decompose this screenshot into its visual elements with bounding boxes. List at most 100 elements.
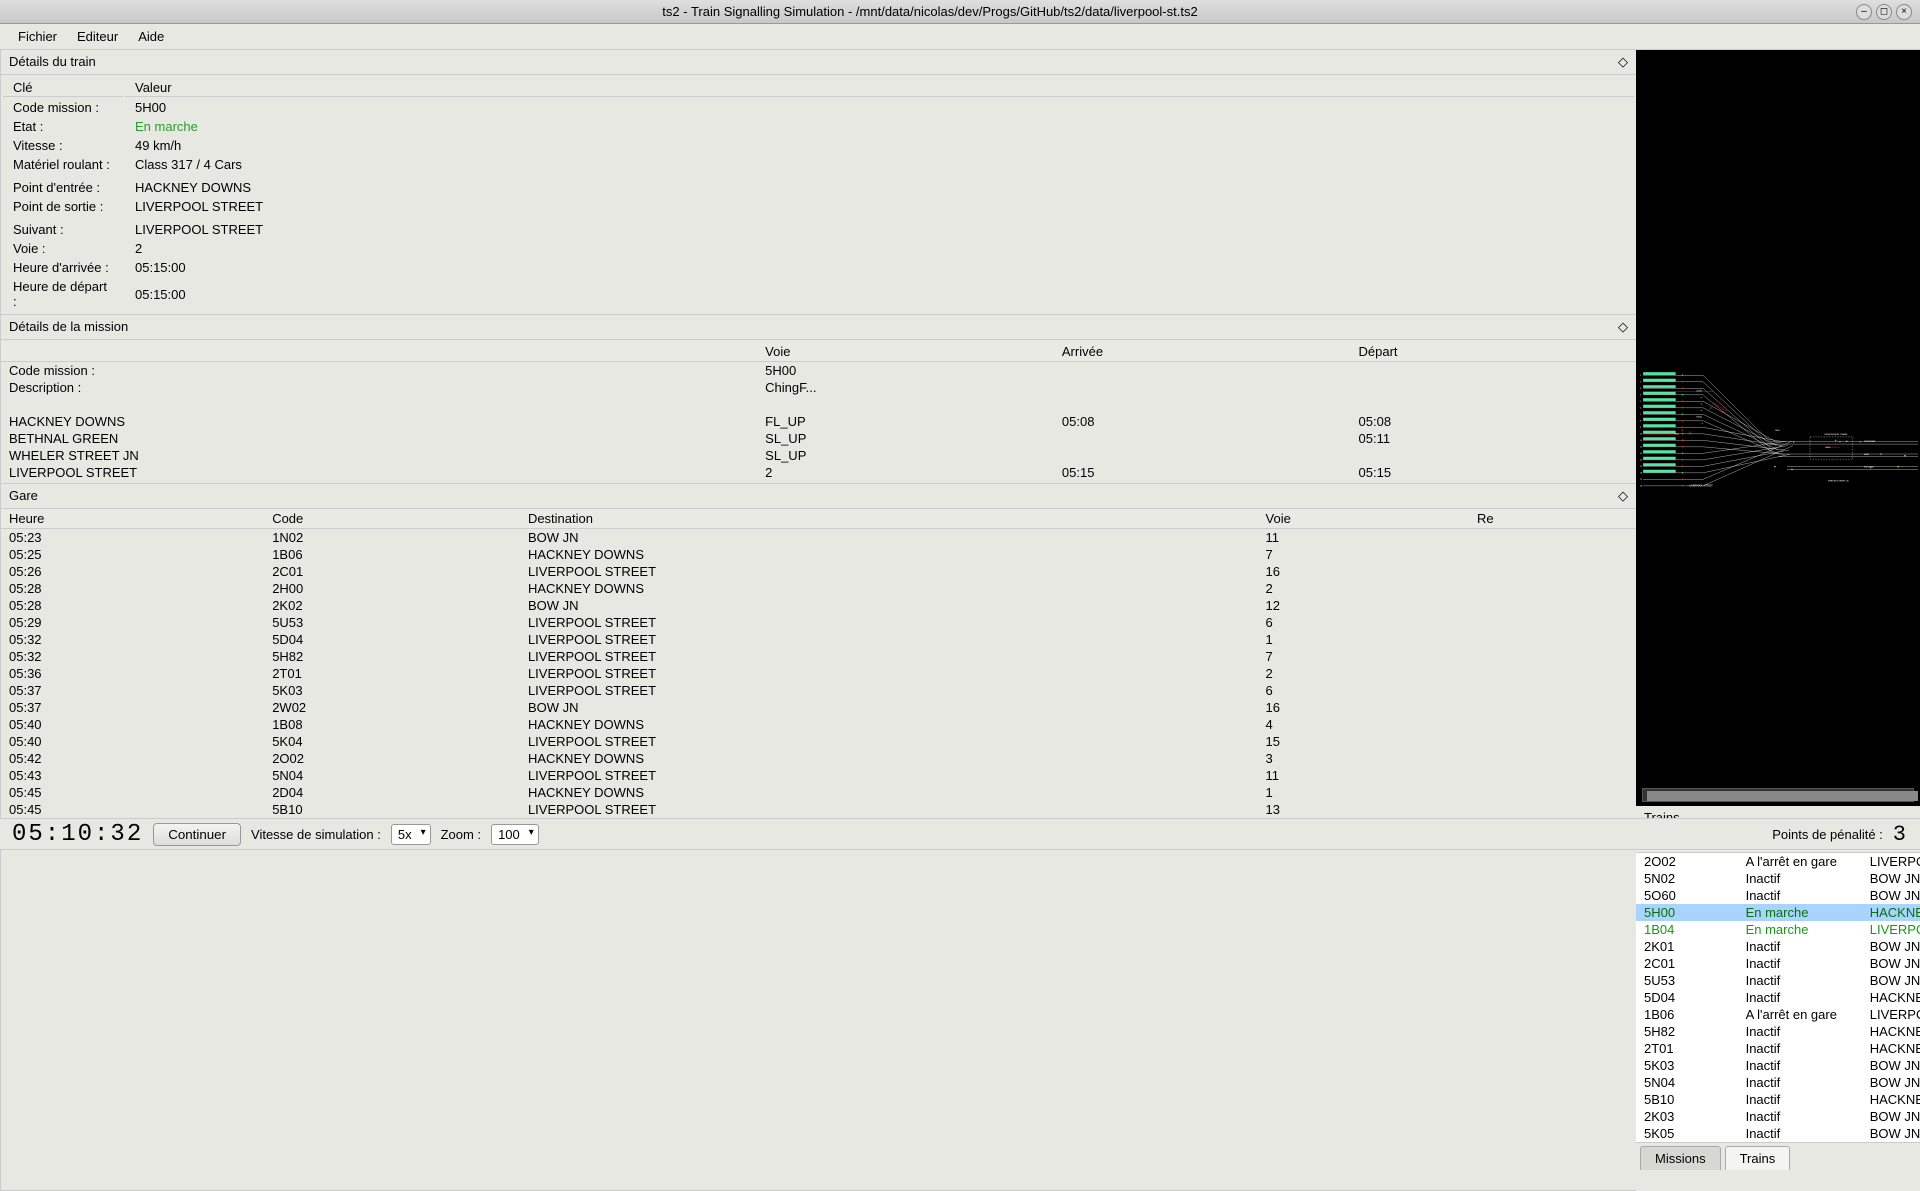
svg-text:5: 5 bbox=[1640, 401, 1642, 403]
continue-button[interactable]: Continuer bbox=[153, 823, 241, 846]
sim-speed-select[interactable]: 5x bbox=[391, 824, 431, 845]
station-row[interactable]: 05:262C01LIVERPOOL STREET16 bbox=[1, 563, 1636, 580]
svg-text:14: 14 bbox=[1640, 460, 1643, 462]
train-row[interactable]: 2O02A l'arrêt en gareLIVERPOOL ST...HACK… bbox=[1636, 853, 1920, 871]
close-button[interactable]: × bbox=[1896, 4, 1912, 20]
svg-text:7: 7 bbox=[1640, 414, 1642, 416]
mission-stop-row[interactable]: LIVERPOOL STREET205:1505:15 bbox=[1, 464, 1636, 481]
mission-stop-row[interactable]: HACKNEY DOWNSFL_UP05:0805:08 bbox=[1, 413, 1636, 430]
mission-stop-row[interactable]: BETHNAL GREENSL_UP05:11 bbox=[1, 430, 1636, 447]
svg-text:17: 17 bbox=[1640, 479, 1643, 481]
train-detail-row: Etat :En marche bbox=[3, 118, 1634, 135]
train-row[interactable]: 5K05InactifBOW JNLIVERPOOL ST...BOW JNFL… bbox=[1636, 1125, 1920, 1142]
svg-text:3: 3 bbox=[1640, 388, 1642, 390]
minimize-button[interactable]: – bbox=[1856, 4, 1872, 20]
station-row[interactable]: 05:282H00HACKNEY DOWNS2 bbox=[1, 580, 1636, 597]
station-title: Gare bbox=[9, 488, 38, 504]
svg-text:13: 13 bbox=[1640, 453, 1643, 455]
svg-text:6: 6 bbox=[1640, 408, 1642, 410]
train-detail-row bbox=[3, 217, 1634, 219]
train-detail-row: Point de sortie :LIVERPOOL STREET bbox=[3, 198, 1634, 215]
tab-missions[interactable]: Missions bbox=[1640, 1146, 1721, 1170]
train-details-panel: Détails du train◇ CléValeur Code mission… bbox=[1, 50, 1636, 315]
zoom-label: Zoom : bbox=[441, 827, 481, 842]
titlebar: ts2 - Train Signalling Simulation - /mnt… bbox=[0, 0, 1920, 24]
train-row[interactable]: 5H82InactifHACKNEY DO...LIVERPOOL ST...H… bbox=[1636, 1023, 1920, 1040]
train-row[interactable]: 5U53InactifBOW JNLIVERPOOL ST...BOW JNML… bbox=[1636, 972, 1920, 989]
penalty-label: Points de pénalité : bbox=[1772, 827, 1883, 842]
station-row[interactable]: 05:295U53LIVERPOOL STREET6 bbox=[1, 614, 1636, 631]
svg-text:2: 2 bbox=[1640, 382, 1642, 384]
sim-speed-label: Vitesse de simulation : bbox=[251, 827, 381, 842]
sim-clock: 05:10:32 bbox=[12, 821, 143, 848]
station-row[interactable]: 05:422O02HACKNEY DOWNS3 bbox=[1, 750, 1636, 767]
train-row[interactable]: 2K03InactifBOW JNLIVERPOOL ST...BOW JNEL… bbox=[1636, 1108, 1920, 1125]
station-row[interactable]: 05:435N04LIVERPOOL STREET11 bbox=[1, 767, 1636, 784]
station-row[interactable]: 05:372W02BOW JN16 bbox=[1, 699, 1636, 716]
svg-text:MAIN: MAIN bbox=[1864, 453, 1870, 456]
station-row[interactable]: 05:231N02BOW JN11 bbox=[1, 529, 1636, 547]
train-row[interactable]: 2K01InactifBOW JNLIVERPOOL ST...BOW JNML… bbox=[1636, 938, 1920, 955]
svg-text:11: 11 bbox=[1640, 440, 1643, 442]
undock-icon[interactable]: ◇ bbox=[1618, 488, 1628, 504]
menu-help[interactable]: Aide bbox=[128, 26, 174, 47]
track-diagram[interactable]: 123456789101112131415161718 LIVERPOOL S bbox=[1636, 50, 1920, 806]
train-row[interactable]: 5D04InactifHACKNEY DO...LIVERPOOL ST...H… bbox=[1636, 989, 1920, 1006]
svg-text:1B04: 1B04 bbox=[1775, 430, 1781, 432]
svg-text:15: 15 bbox=[1640, 466, 1643, 468]
train-row[interactable]: 5B10InactifHACKNEY DO...LIVERPOOL ST...H… bbox=[1636, 1091, 1920, 1108]
tab-trains[interactable]: Trains bbox=[1725, 1146, 1791, 1170]
menu-file[interactable]: Fichier bbox=[8, 26, 67, 47]
train-detail-row: Suivant :LIVERPOOL STREET bbox=[3, 221, 1634, 238]
station-row[interactable]: 05:401B08HACKNEY DOWNS4 bbox=[1, 716, 1636, 733]
svg-text:SUBURBAN: SUBURBAN bbox=[1864, 440, 1876, 443]
control-bar: 05:10:32 Continuer Vitesse de simulation… bbox=[0, 818, 1920, 850]
train-row[interactable]: 2C01InactifBOW JNLIVERPOOL ST...BOW JNEL… bbox=[1636, 955, 1920, 972]
maximize-button[interactable]: ◻ bbox=[1876, 4, 1892, 20]
train-details-title: Détails du train bbox=[9, 54, 96, 70]
horizontal-scrollbar[interactable] bbox=[1642, 788, 1914, 802]
svg-text:10: 10 bbox=[1640, 434, 1643, 436]
station-row[interactable]: 05:455B10LIVERPOOL STREET13 bbox=[1, 801, 1636, 818]
svg-text:9: 9 bbox=[1640, 427, 1642, 429]
station-row[interactable]: 05:325H82LIVERPOOL STREET7 bbox=[1, 648, 1636, 665]
train-detail-row: Heure de départ :05:15:00 bbox=[3, 278, 1634, 310]
train-row[interactable]: 5N04InactifBOW JNLIVERPOOL ST...BOW JNML… bbox=[1636, 1074, 1920, 1091]
station-row[interactable]: 05:405K04LIVERPOOL STREET15 bbox=[1, 733, 1636, 750]
svg-text:BISHOPSGATE TUNNEL: BISHOPSGATE TUNNEL bbox=[1825, 433, 1849, 436]
station-row[interactable]: 05:375K03LIVERPOOL STREET6 bbox=[1, 682, 1636, 699]
station-row[interactable]: 05:325D04LIVERPOOL STREET1 bbox=[1, 631, 1636, 648]
train-detail-row: Point d'entrée :HACKNEY DOWNS bbox=[3, 179, 1634, 196]
svg-text:WHELER STREET JN: WHELER STREET JN bbox=[1828, 481, 1849, 483]
svg-text:18: 18 bbox=[1640, 486, 1643, 488]
train-detail-row: Voie :2 bbox=[3, 240, 1634, 257]
svg-text:LIVERPOOL STREET: LIVERPOOL STREET bbox=[1689, 485, 1713, 488]
col-value: Valeur bbox=[125, 79, 1634, 97]
train-detail-row bbox=[3, 175, 1634, 177]
svg-text:1: 1 bbox=[1640, 375, 1642, 377]
station-row[interactable]: 05:251B06HACKNEY DOWNS7 bbox=[1, 546, 1636, 563]
svg-text:ELECTRIC: ELECTRIC bbox=[1864, 467, 1875, 469]
tab-strip: Missions Trains bbox=[1636, 1142, 1920, 1170]
menu-edit[interactable]: Editeur bbox=[67, 26, 128, 47]
mission-stop-row[interactable]: WHELER STREET JNSL_UP bbox=[1, 447, 1636, 464]
zoom-select[interactable]: 100 bbox=[491, 824, 539, 845]
train-row[interactable]: 5O60InactifBOW JNLIVERPOOL ST...BOW JNML… bbox=[1636, 887, 1920, 904]
station-row[interactable]: 05:282K02BOW JN12 bbox=[1, 597, 1636, 614]
svg-text:4: 4 bbox=[1640, 395, 1642, 397]
station-row[interactable]: 05:362T01LIVERPOOL STREET2 bbox=[1, 665, 1636, 682]
train-row[interactable]: 5N02InactifBOW JNLIVERPOOL ST...BOW JNML… bbox=[1636, 870, 1920, 887]
train-row[interactable]: 1B06A l'arrêt en gareLIVERPOOL ST...HACK… bbox=[1636, 1006, 1920, 1023]
train-detail-row: Vitesse :49 km/h bbox=[3, 137, 1634, 154]
train-row[interactable]: 2T01InactifHACKNEY DO...LIVERPOOL ST...H… bbox=[1636, 1040, 1920, 1057]
train-detail-row: Heure d'arrivée :05:15:00 bbox=[3, 259, 1634, 276]
train-detail-row: Code mission :5H00 bbox=[3, 99, 1634, 116]
train-row[interactable]: 5H00En marcheHACKNEY DO...LIVERPOOL ST..… bbox=[1636, 904, 1920, 921]
undock-icon[interactable]: ◇ bbox=[1618, 319, 1628, 335]
station-row[interactable]: 05:452D04HACKNEY DOWNS1 bbox=[1, 784, 1636, 801]
mission-details-title: Détails de la mission bbox=[9, 319, 128, 335]
svg-text:12: 12 bbox=[1640, 447, 1643, 449]
train-row[interactable]: 1B04En marcheLIVERPOOL ST...HACKNEY DO..… bbox=[1636, 921, 1920, 938]
undock-icon[interactable]: ◇ bbox=[1618, 54, 1628, 70]
train-row[interactable]: 5K03InactifBOW JNLIVERPOOL ST...BOW JNML… bbox=[1636, 1057, 1920, 1074]
